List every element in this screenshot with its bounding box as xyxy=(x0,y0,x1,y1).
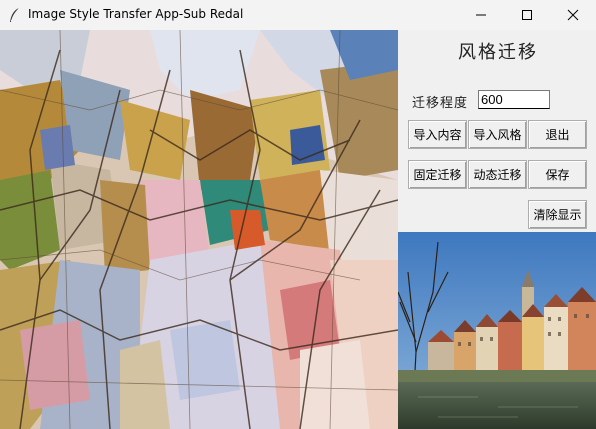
content-image-preview xyxy=(398,232,596,429)
exit-button[interactable]: 退出 xyxy=(528,120,587,149)
maximize-button[interactable] xyxy=(504,0,550,30)
clear-display-button[interactable]: 清除显示 xyxy=(528,200,587,229)
control-panel: 风格迁移 迁移程度 导入内容 导入风格 退出 固定迁移 动态迁移 保存 清除显示 xyxy=(398,30,596,232)
minimize-icon xyxy=(476,14,486,16)
import-style-button[interactable]: 导入风格 xyxy=(468,120,527,149)
content-photo xyxy=(398,232,596,429)
stylized-result-canvas xyxy=(0,30,398,429)
fixed-transfer-button[interactable]: 固定迁移 xyxy=(408,160,467,189)
stylized-image xyxy=(0,30,398,429)
transfer-degree-label: 迁移程度 xyxy=(412,96,469,111)
close-button[interactable] xyxy=(550,0,596,30)
save-button[interactable]: 保存 xyxy=(528,160,587,189)
panel-title: 风格迁移 xyxy=(458,42,538,63)
minimize-button[interactable] xyxy=(458,0,504,30)
maximize-icon xyxy=(522,10,532,20)
close-icon xyxy=(567,9,579,21)
title-bar: Image Style Transfer App-Sub Redal xyxy=(0,0,596,30)
dynamic-transfer-button[interactable]: 动态迁移 xyxy=(468,160,527,189)
import-content-button[interactable]: 导入内容 xyxy=(408,120,467,149)
transfer-degree-input[interactable] xyxy=(478,90,550,109)
window-title: Image Style Transfer App-Sub Redal xyxy=(28,7,244,21)
feather-icon xyxy=(10,7,20,22)
